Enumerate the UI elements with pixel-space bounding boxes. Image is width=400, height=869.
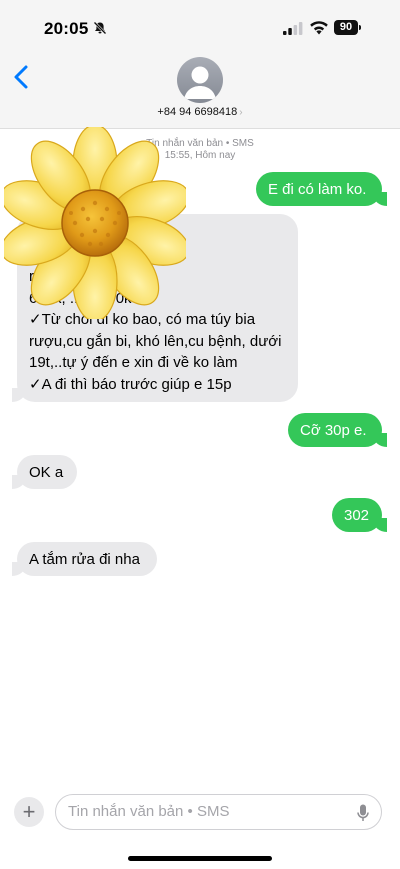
person-icon (184, 66, 216, 99)
message-bubble-incoming[interactable]: OK a (12, 455, 77, 489)
message-bubble-outgoing[interactable]: E đi có làm ko. (256, 172, 387, 206)
cellular-signal-icon (283, 22, 303, 35)
chevron-right-icon: › (239, 107, 243, 118)
message-bubble-incoming[interactable]: A tắm rửa đi nha (12, 542, 157, 576)
status-time: 20:05 (44, 19, 89, 38)
home-indicator (128, 856, 272, 861)
contact-number: +84 94 6698418 (157, 106, 238, 118)
contact-name[interactable]: +84 94 6698418 › (0, 106, 400, 118)
message-bubble-outgoing[interactable]: 302 (332, 498, 387, 532)
message-bubble-outgoing[interactable]: Cỡ 30p e. (288, 413, 387, 447)
bell-slash-icon (93, 21, 107, 35)
sunflower-emoji (4, 127, 186, 319)
message-input[interactable] (68, 803, 338, 820)
contact-avatar[interactable] (177, 57, 223, 103)
add-attachment-button[interactable]: + (14, 797, 44, 827)
message-compose-field[interactable] (55, 794, 382, 830)
microphone-icon[interactable] (357, 804, 369, 822)
conversation-header: 20:05 90 +84 94 6698418 › (0, 0, 400, 129)
wifi-icon (310, 21, 328, 35)
battery-indicator: 90 (334, 20, 361, 35)
back-chevron-icon[interactable] (10, 62, 32, 92)
